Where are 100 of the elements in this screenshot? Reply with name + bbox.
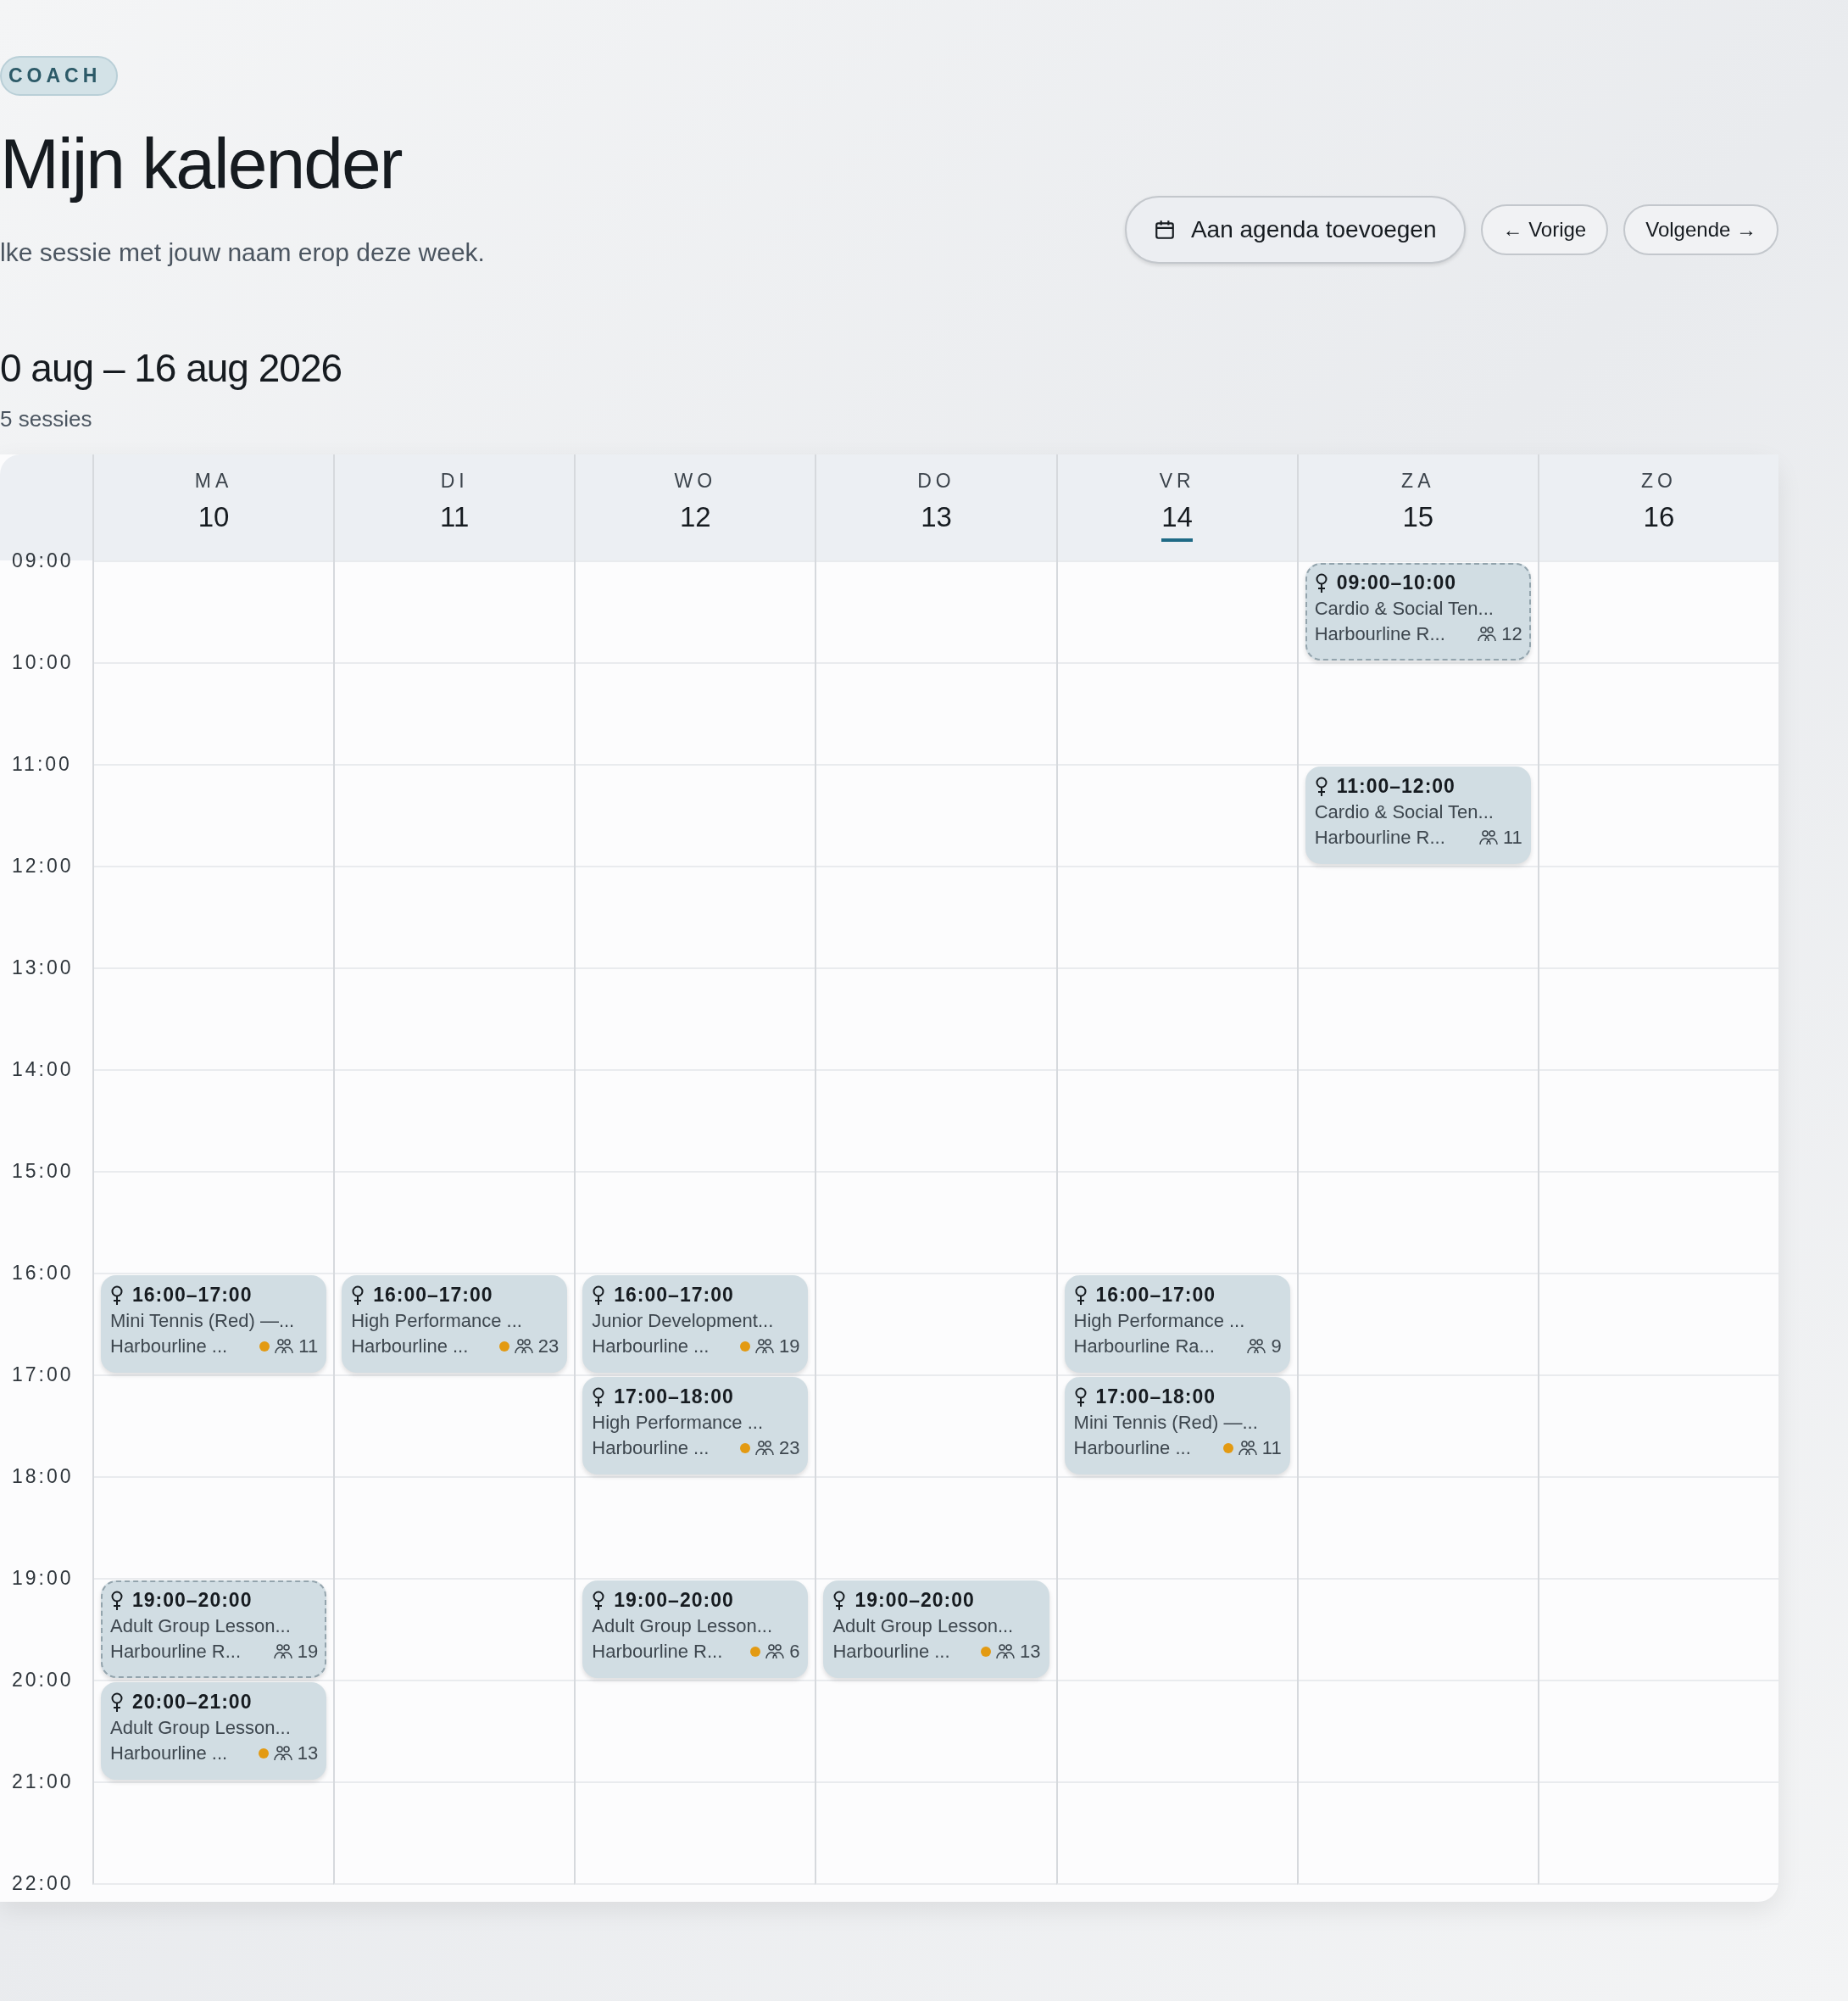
attendee-count: 13	[297, 1742, 319, 1764]
people-icon	[1478, 627, 1497, 642]
venus-icon	[592, 1590, 606, 1611]
week-nav-button[interactable]: ← Vorige	[1480, 204, 1609, 255]
weekday-label: MA	[194, 470, 233, 493]
people-icon	[754, 1339, 774, 1354]
session-card[interactable]: 19:00–20:00 Adult Group Lesson... Harbourline R... 19	[101, 1580, 327, 1678]
attendee-count: 6	[789, 1641, 800, 1663]
session-card[interactable]: 09:00–10:00 Cardio & Social Ten... Harbourline R... 12	[1305, 563, 1531, 660]
session-title: High Performance ...	[1073, 1310, 1246, 1332]
people-icon	[275, 1339, 294, 1354]
session-location: Harbourline ...	[1073, 1437, 1192, 1459]
session-location: Harbourline ...	[832, 1641, 951, 1663]
session-location: Harbourline ...	[110, 1335, 229, 1357]
session-time: 16:00–17:00	[132, 1284, 253, 1307]
session-title: Adult Group Lesson...	[832, 1615, 1015, 1637]
session-card[interactable]: 16:00–17:00 High Performance ... Harbourline ... 23	[342, 1275, 568, 1373]
venus-icon	[832, 1590, 847, 1611]
session-location: Harbourline ...	[110, 1742, 229, 1764]
attendee-count: 12	[1501, 623, 1522, 645]
attendee-count: 11	[1503, 827, 1522, 849]
session-title: High Performance ...	[592, 1412, 765, 1434]
people-icon	[996, 1644, 1016, 1659]
session-location: Harbourline ...	[351, 1335, 470, 1357]
session-time: 16:00–17:00	[614, 1284, 734, 1307]
session-title: Cardio & Social Ten...	[1314, 801, 1495, 823]
hour-label: 16:00	[11, 1261, 75, 1285]
session-title: Junior Development...	[592, 1310, 775, 1332]
session-time: 16:00–17:00	[1095, 1284, 1216, 1307]
hour-label: 18:00	[11, 1464, 75, 1488]
hour-label: 20:00	[11, 1668, 75, 1692]
attendee-count: 11	[1261, 1437, 1282, 1459]
session-location: Harbourline R...	[110, 1641, 242, 1663]
hour-label: 17:00	[11, 1363, 75, 1386]
page-subtitle: lke sessie met jouw naam erop deze week.	[0, 238, 485, 267]
hour-label: 10:00	[11, 650, 75, 674]
day-number[interactable]: 13	[921, 501, 952, 542]
week-nav-button[interactable]: Volgende →	[1623, 204, 1778, 255]
venus-icon	[1073, 1285, 1088, 1306]
people-icon	[765, 1644, 785, 1659]
venus-icon	[110, 1285, 124, 1306]
session-card[interactable]: 16:00–17:00 Mini Tennis (Red) —... Harbourline ... 11	[101, 1275, 327, 1373]
session-title: Cardio & Social Ten...	[1314, 598, 1495, 620]
people-icon	[1479, 830, 1498, 845]
session-count: 5 sessies	[0, 406, 93, 432]
session-location: Harbourline R...	[1314, 623, 1446, 645]
day-number[interactable]: 12	[680, 501, 711, 542]
attendee-count: 11	[298, 1335, 319, 1357]
session-card[interactable]: 16:00–17:00 Junior Development... Harbourline ... 19	[582, 1275, 809, 1373]
session-time: 17:00–18:00	[614, 1385, 734, 1408]
attendee-count: 23	[778, 1437, 800, 1459]
attendee-count: 19	[778, 1335, 800, 1357]
add-to-calendar-button[interactable]: Aan agenda toevoegen	[1124, 196, 1466, 264]
role-badge: COACH	[0, 56, 119, 96]
hour-label: 19:00	[11, 1566, 75, 1590]
day-number[interactable]: 15	[1402, 501, 1434, 542]
people-icon	[514, 1339, 533, 1354]
venus-icon	[110, 1590, 124, 1611]
session-time: 19:00–20:00	[854, 1589, 975, 1612]
weekday-label: VR	[1159, 470, 1195, 493]
session-card[interactable]: 17:00–18:00 Mini Tennis (Red) —... Harbourline ... 11	[1064, 1377, 1290, 1474]
session-title: Adult Group Lesson...	[592, 1615, 774, 1637]
hour-label: 09:00	[11, 549, 75, 572]
venus-icon	[1314, 572, 1328, 594]
people-icon	[1247, 1339, 1266, 1354]
session-title: Mini Tennis (Red) —...	[110, 1310, 296, 1332]
session-location: Harbourline R...	[592, 1641, 724, 1663]
session-card[interactable]: 17:00–18:00 High Performance ... Harbourline ... 23	[582, 1377, 809, 1474]
session-location: Harbourline ...	[592, 1437, 710, 1459]
weekday-label: DI	[440, 470, 469, 493]
weekday-label: ZO	[1640, 470, 1677, 493]
session-card[interactable]: 16:00–17:00 High Performance ... Harbourline Ra... 9	[1064, 1275, 1290, 1373]
venus-icon	[1073, 1386, 1088, 1407]
day-number[interactable]: 10	[198, 501, 230, 542]
session-location: Harbourline R...	[1314, 827, 1446, 849]
hour-label: 11:00	[11, 752, 73, 776]
weekday-label: ZA	[1401, 470, 1435, 493]
session-time: 19:00–20:00	[614, 1589, 734, 1612]
venus-icon	[592, 1386, 606, 1407]
attendee-count: 19	[297, 1641, 319, 1663]
session-title: Adult Group Lesson...	[110, 1615, 292, 1637]
venus-icon	[351, 1285, 365, 1306]
session-card[interactable]: 19:00–20:00 Adult Group Lesson... Harbourline ... 13	[823, 1580, 1049, 1678]
day-number[interactable]: 11	[440, 501, 470, 542]
day-number[interactable]: 16	[1643, 501, 1675, 542]
people-icon	[1238, 1441, 1257, 1456]
attendee-count: 23	[537, 1335, 559, 1357]
hour-label: 14:00	[11, 1057, 75, 1081]
session-card[interactable]: 19:00–20:00 Adult Group Lesson... Harbourline R... 6	[582, 1580, 809, 1678]
session-title: Mini Tennis (Red) —...	[1073, 1412, 1259, 1434]
day-number[interactable]: 14	[1161, 501, 1193, 542]
calendar-icon	[1153, 219, 1176, 241]
weekday-label: DO	[917, 470, 955, 493]
session-title: High Performance ...	[351, 1310, 523, 1332]
session-location: Harbourline ...	[592, 1335, 710, 1357]
venus-icon	[1314, 776, 1328, 797]
session-time: 19:00–20:00	[132, 1589, 253, 1612]
session-card[interactable]: 20:00–21:00 Adult Group Lesson... Harbourline ... 13	[101, 1682, 327, 1780]
session-card[interactable]: 11:00–12:00 Cardio & Social Ten... Harbourline R... 11	[1305, 766, 1531, 864]
people-icon	[273, 1746, 292, 1761]
